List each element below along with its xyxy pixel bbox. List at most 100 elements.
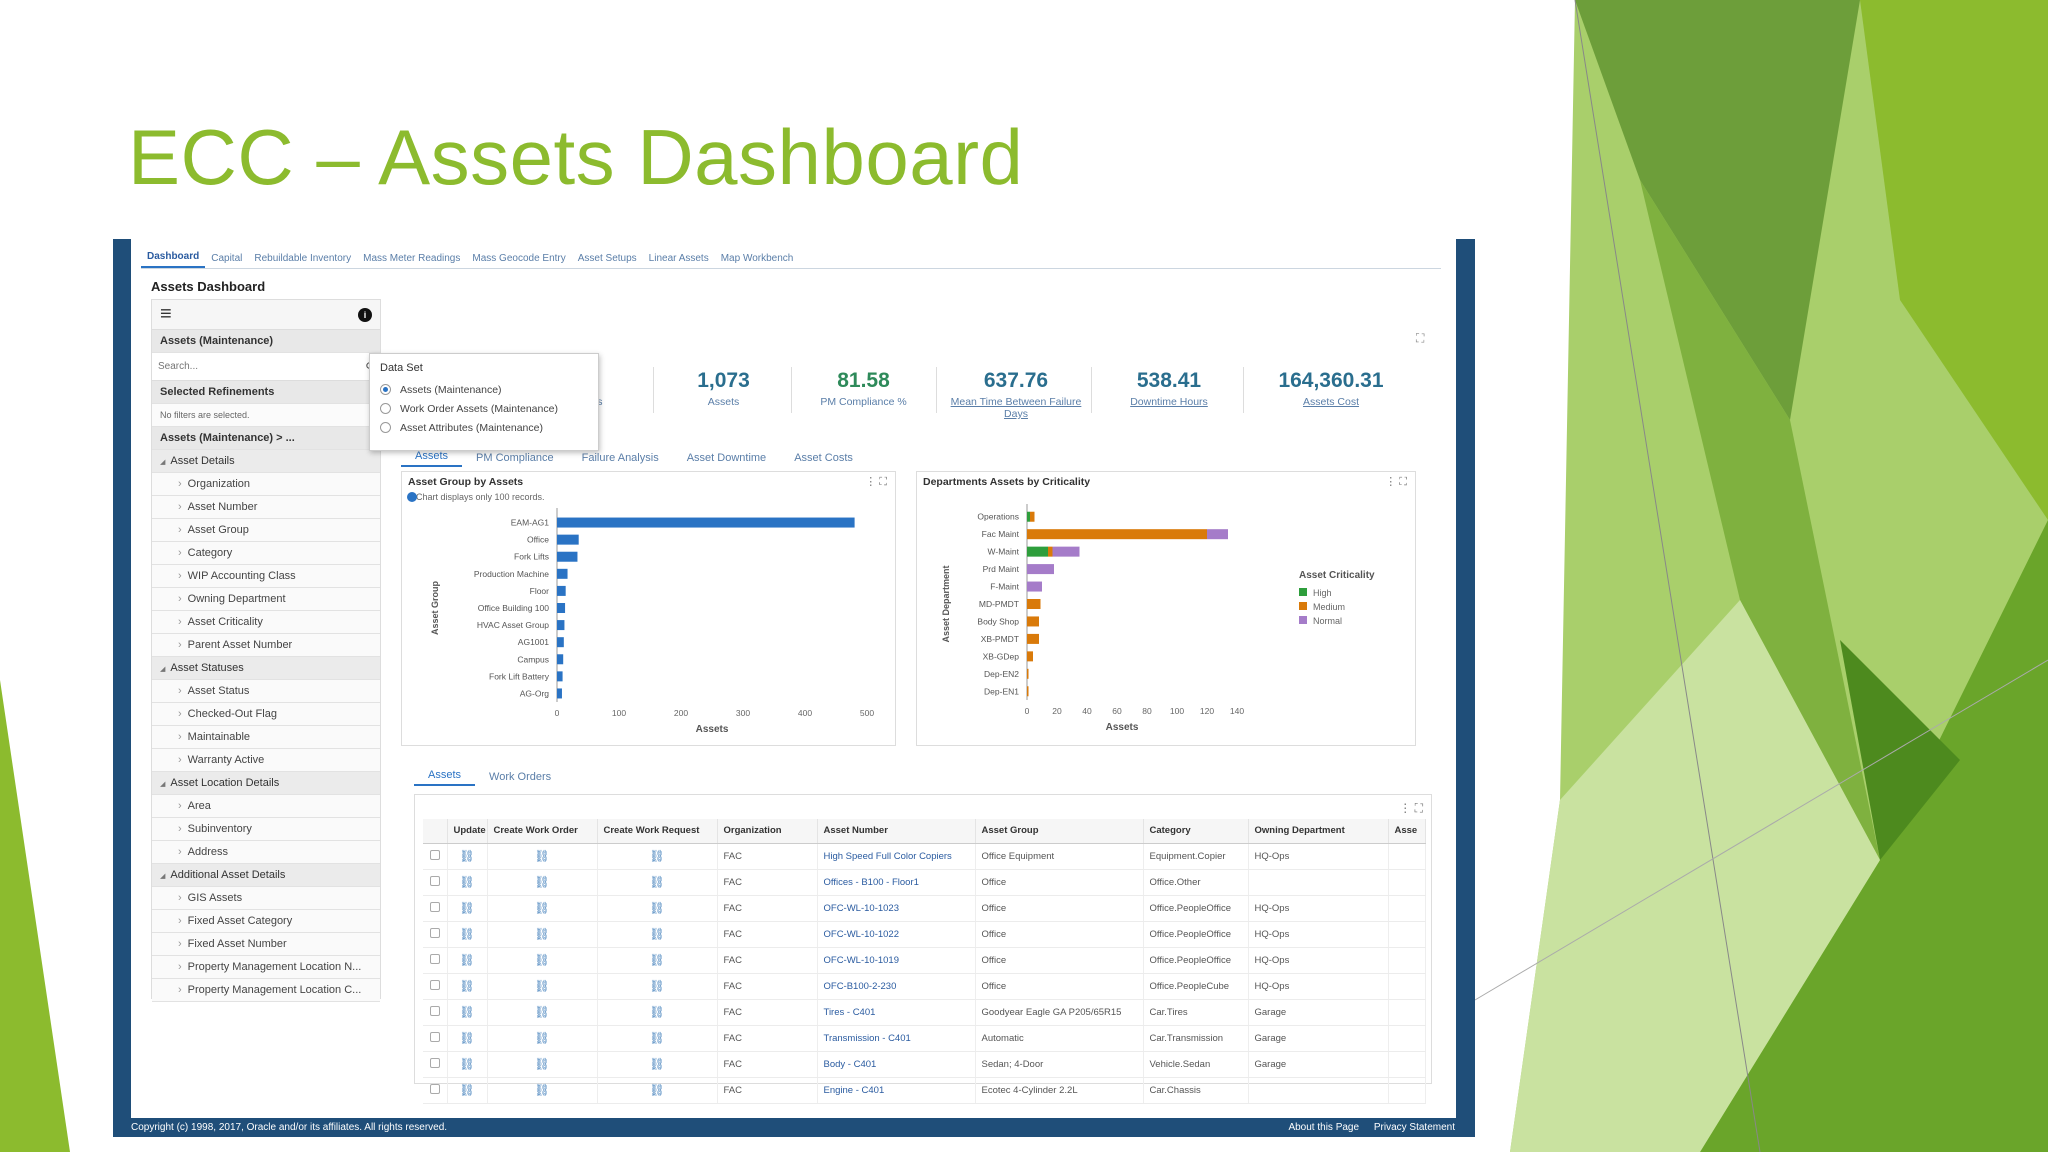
hamburger-menu-icon[interactable]: ≡ [160, 303, 172, 326]
tab-dashboard[interactable]: Dashboard [141, 247, 206, 268]
about-link[interactable]: About this Page [1288, 1122, 1359, 1133]
create-work-request-link-icon[interactable]: ⛓ [649, 875, 664, 889]
chart-tab-failure-analysis[interactable]: Failure Analysis [568, 449, 673, 467]
update-link-icon[interactable]: ⛓ [459, 901, 474, 915]
tab-rebuildable-inventory[interactable]: Rebuildable Inventory [248, 249, 357, 268]
kpi-label[interactable]: Assets Cost [1251, 396, 1411, 408]
update-link-icon[interactable]: ⛓ [459, 927, 474, 941]
create-work-order-link-icon[interactable]: ⛓ [534, 1005, 549, 1019]
chart-expand-icon[interactable]: ⋮ ⛶ [1385, 475, 1407, 489]
radio-icon[interactable] [380, 384, 391, 395]
create-work-order-link-icon[interactable]: ⛓ [534, 849, 549, 863]
refinement-item[interactable]: Parent Asset Number [152, 634, 380, 657]
kpi-pm-compliance[interactable]: 81.58 PM Compliance % [801, 369, 926, 408]
row-checkbox[interactable] [429, 927, 440, 938]
tab-mass-geocode-entry[interactable]: Mass Geocode Entry [466, 249, 571, 268]
column-header[interactable]: Asse [1388, 819, 1426, 844]
create-work-request-link-icon[interactable]: ⛓ [649, 1083, 664, 1097]
tab-mass-meter-readings[interactable]: Mass Meter Readings [357, 249, 466, 268]
table-row[interactable]: ⛓ ⛓ ⛓ FAC Engine - C401 Ecotec 4-Cylinder 2.2… [423, 1077, 1426, 1104]
refinement-item[interactable]: Category [152, 542, 380, 565]
grid-expand-icon[interactable]: ⋮ ⛶ [1399, 801, 1423, 816]
table-row[interactable]: ⛓ ⛓ ⛓ FAC Body - C401 Sedan; 4-Door Vehicle.Se… [423, 1051, 1426, 1078]
dataset-option-assets[interactable]: Assets (Maintenance) [380, 380, 588, 399]
kpi-label[interactable]: Mean Time Between Failure Days [946, 396, 1086, 420]
cell-asset[interactable]: High Speed Full Color Copiers [817, 843, 976, 870]
table-row[interactable]: ⛓ ⛓ ⛓ FAC Offices - B100 - Floor1 Office Offic… [423, 869, 1426, 896]
tab-map-workbench[interactable]: Map Workbench [715, 249, 800, 268]
chart-expand-icon[interactable]: ⋮ ⛶ [865, 475, 887, 489]
kpi-label[interactable]: Downtime Hours [1099, 396, 1239, 408]
refinement-item[interactable]: Owning Department [152, 588, 380, 611]
kpi-mtbf[interactable]: 637.76 Mean Time Between Failure Days [946, 369, 1086, 420]
create-work-request-link-icon[interactable]: ⛓ [649, 901, 664, 915]
create-work-request-link-icon[interactable]: ⛓ [649, 849, 664, 863]
row-checkbox[interactable] [429, 1005, 440, 1016]
table-row[interactable]: ⛓ ⛓ ⛓ FAC OFC-WL-10-1019 Office Office.PeopleO… [423, 947, 1426, 974]
column-header[interactable]: Asset Group [975, 819, 1144, 844]
refinement-item[interactable]: Area [152, 795, 380, 818]
row-checkbox[interactable] [429, 1057, 440, 1068]
cell-asset[interactable]: Engine - C401 [817, 1077, 976, 1104]
refinement-breadcrumb[interactable]: Assets (Maintenance) > ... [152, 427, 380, 450]
column-header[interactable]: Create Work Order [487, 819, 598, 844]
cell-asset[interactable]: OFC-B100-2-230 [817, 973, 976, 1000]
column-header[interactable]: Category [1143, 819, 1249, 844]
row-checkbox[interactable] [429, 1083, 440, 1094]
kpi-downtime[interactable]: 538.41 Downtime Hours [1099, 369, 1239, 408]
refinement-item[interactable]: Fixed Asset Number [152, 933, 380, 956]
create-work-request-link-icon[interactable]: ⛓ [649, 1031, 664, 1045]
table-row[interactable]: ⛓ ⛓ ⛓ FAC Transmission - C401 Automatic Car.Tr… [423, 1025, 1426, 1052]
tab-capital[interactable]: Capital [205, 249, 248, 268]
dataset-option-asset-attributes[interactable]: Asset Attributes (Maintenance) [380, 418, 588, 437]
table-row[interactable]: ⛓ ⛓ ⛓ FAC OFC-B100-2-230 Office Office.PeopleC… [423, 973, 1426, 1000]
create-work-request-link-icon[interactable]: ⛓ [649, 927, 664, 941]
update-link-icon[interactable]: ⛓ [459, 875, 474, 889]
refinement-item[interactable]: Property Management Location C... [152, 979, 380, 1002]
create-work-request-link-icon[interactable]: ⛓ [649, 1057, 664, 1071]
refinement-item[interactable]: Warranty Active [152, 749, 380, 772]
update-link-icon[interactable]: ⛓ [459, 979, 474, 993]
cell-asset[interactable]: Offices - B100 - Floor1 [817, 869, 976, 896]
kpi-assets-cost[interactable]: 164,360.31 Assets Cost [1251, 369, 1411, 408]
row-checkbox[interactable] [429, 875, 440, 886]
refinement-group[interactable]: Asset Location Details [152, 772, 380, 795]
refinement-item[interactable]: Asset Criticality [152, 611, 380, 634]
create-work-request-link-icon[interactable]: ⛓ [649, 1005, 664, 1019]
chart-tab-pm-compliance[interactable]: PM Compliance [462, 449, 568, 467]
row-checkbox[interactable] [429, 953, 440, 964]
create-work-order-link-icon[interactable]: ⛓ [534, 927, 549, 941]
update-link-icon[interactable]: ⛓ [459, 1057, 474, 1071]
update-link-icon[interactable]: ⛓ [459, 1083, 474, 1097]
cell-asset[interactable]: Body - C401 [817, 1051, 976, 1078]
refinement-item[interactable]: Organization [152, 473, 380, 496]
create-work-order-link-icon[interactable]: ⛓ [534, 1083, 549, 1097]
column-header[interactable]: Asset Number [817, 819, 976, 844]
refinement-item[interactable]: Subinventory [152, 818, 380, 841]
refinement-item[interactable]: Asset Group [152, 519, 380, 542]
refinement-item[interactable]: GIS Assets [152, 887, 380, 910]
radio-icon[interactable] [380, 403, 391, 414]
tab-linear-assets[interactable]: Linear Assets [643, 249, 715, 268]
table-row[interactable]: ⛓ ⛓ ⛓ FAC OFC-WL-10-1023 Office Office.PeopleO… [423, 895, 1426, 922]
table-row[interactable]: ⛓ ⛓ ⛓ FAC OFC-WL-10-1022 Office Office.PeopleO… [423, 921, 1426, 948]
grid-tab-assets[interactable]: Assets [414, 766, 476, 786]
row-checkbox[interactable] [429, 979, 440, 990]
refinement-group[interactable]: Asset Statuses [152, 657, 380, 680]
refinement-item[interactable]: Asset Status [152, 680, 380, 703]
chart-tab-asset-downtime[interactable]: Asset Downtime [673, 449, 780, 467]
create-work-request-link-icon[interactable]: ⛓ [649, 979, 664, 993]
create-work-order-link-icon[interactable]: ⛓ [534, 901, 549, 915]
privacy-link[interactable]: Privacy Statement [1374, 1122, 1455, 1133]
radio-icon[interactable] [380, 422, 391, 433]
create-work-order-link-icon[interactable]: ⛓ [534, 979, 549, 993]
create-work-order-link-icon[interactable]: ⛓ [534, 1031, 549, 1045]
cell-asset[interactable]: OFC-WL-10-1022 [817, 921, 976, 948]
create-work-order-link-icon[interactable]: ⛓ [534, 1057, 549, 1071]
refinement-item[interactable]: Address [152, 841, 380, 864]
refinement-item[interactable]: Checked-Out Flag [152, 703, 380, 726]
update-link-icon[interactable]: ⛓ [459, 953, 474, 967]
grid-tab-work-orders[interactable]: Work Orders [475, 768, 565, 786]
create-work-request-link-icon[interactable]: ⛓ [649, 953, 664, 967]
create-work-order-link-icon[interactable]: ⛓ [534, 875, 549, 889]
